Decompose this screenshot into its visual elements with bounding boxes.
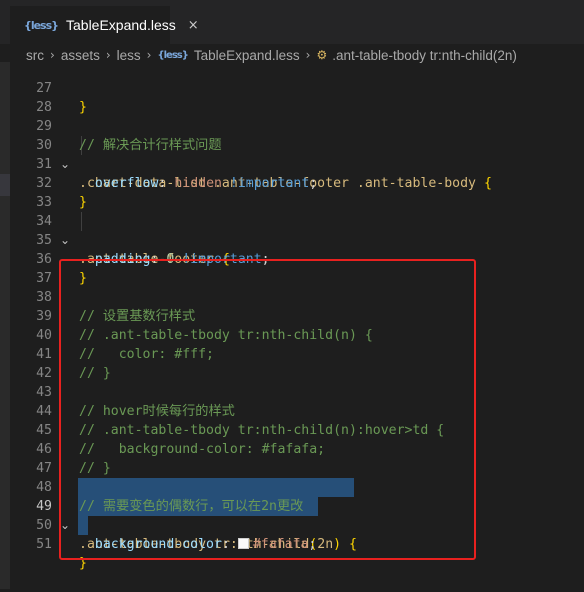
code-line[interactable]: 31 overflow: hidden !important; [0, 136, 584, 191]
code-line[interactable]: 29 // 解决合计行样式问题 [0, 98, 584, 153]
close-icon[interactable]: × [188, 18, 199, 33]
less-file-icon: {less} [157, 49, 188, 61]
tab-tableexpand-less[interactable]: {less} TableExpand.less × [10, 6, 199, 44]
code-line[interactable]: 27 } [0, 60, 584, 115]
code-line[interactable]: 33 [0, 174, 584, 210]
code-line[interactable]: 36 } [0, 231, 584, 286]
code-line[interactable]: 30 ⌄ .chart-data-list .ant-table-footer … [0, 117, 584, 191]
code-line[interactable]: 35 padding: 0 !important; [0, 212, 584, 267]
tab-bar: {less} TableExpand.less × [0, 0, 584, 44]
code-line[interactable]: 28 [0, 79, 584, 115]
tab-label: TableExpand.less [66, 17, 176, 33]
editor-window: {less} TableExpand.less × src › assets ›… [0, 0, 584, 589]
code-line[interactable]: 32 } [0, 155, 584, 210]
less-file-icon: {less} [24, 18, 59, 32]
code-line[interactable]: 34 ⌄ .ant-table-footer { [0, 193, 584, 267]
line-number: 51 [36, 537, 52, 552]
annotation-highlight-box [59, 259, 476, 560]
